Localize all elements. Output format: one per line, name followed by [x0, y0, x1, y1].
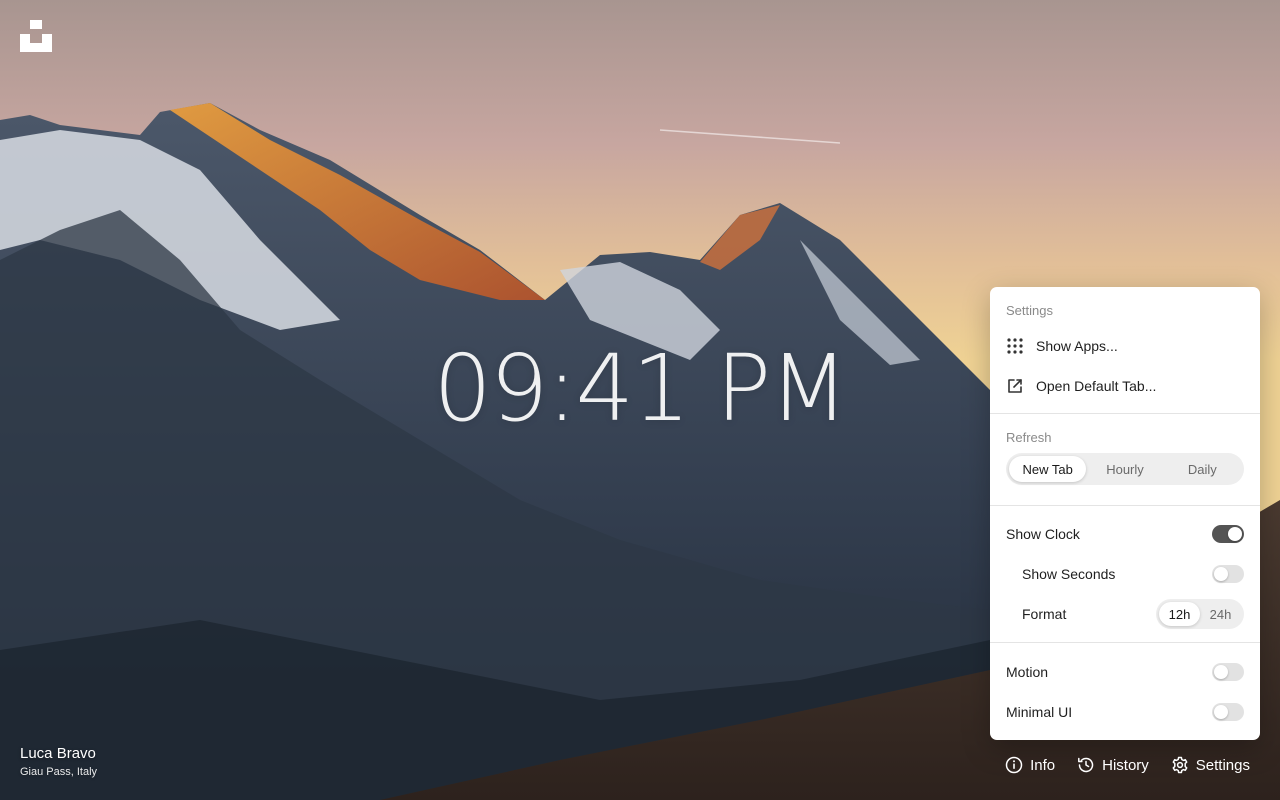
show-seconds-label: Show Seconds [1022, 566, 1116, 582]
toggle-knob [1214, 567, 1228, 581]
open-default-tab-item[interactable]: Open Default Tab... [1006, 366, 1244, 406]
minimal-ui-toggle[interactable] [1212, 703, 1244, 721]
photographer-name[interactable]: Luca Bravo [20, 745, 97, 762]
show-seconds-toggle[interactable] [1212, 565, 1244, 583]
show-clock-toggle[interactable] [1212, 525, 1244, 543]
refresh-option-daily[interactable]: Daily [1164, 456, 1241, 482]
external-link-icon [1008, 379, 1022, 393]
settings-button[interactable]: Settings [1171, 756, 1250, 774]
settings-menu-section: Settings Show Apps... Open Default Tab..… [990, 287, 1260, 414]
toggle-knob [1228, 527, 1242, 541]
motion-toggle[interactable] [1212, 663, 1244, 681]
format-option-24h[interactable]: 24h [1200, 602, 1241, 626]
photo-credit: Luca Bravo Giau Pass, Italy [20, 745, 97, 778]
show-seconds-row: Show Seconds [1006, 554, 1244, 594]
gear-icon [1172, 756, 1188, 774]
history-icon [1078, 757, 1094, 773]
info-label: Info [1030, 756, 1056, 774]
settings-title: Settings [1006, 303, 1053, 318]
show-apps-item[interactable]: Show Apps... [1006, 326, 1244, 366]
open-default-tab-label: Open Default Tab... [1036, 378, 1157, 394]
minimal-ui-row: Minimal UI [1006, 692, 1244, 732]
format-option-12h[interactable]: 12h [1159, 602, 1200, 626]
format-segmented-control: 12h 24h [1156, 599, 1244, 629]
format-row: Format 12h 24h [1006, 594, 1244, 634]
refresh-title: Refresh [1006, 430, 1052, 445]
unsplash-logo-icon[interactable] [20, 20, 52, 52]
minimal-ui-label: Minimal UI [1006, 704, 1073, 720]
display-section: Motion Minimal UI [990, 643, 1260, 741]
settings-label: Settings [1195, 756, 1250, 774]
show-clock-label: Show Clock [1006, 526, 1080, 542]
motion-label: Motion [1006, 664, 1049, 680]
toggle-knob [1214, 705, 1228, 719]
footer-nav: Info History Settings [1005, 756, 1250, 774]
refresh-option-hourly[interactable]: Hourly [1086, 456, 1163, 482]
clock-section: Show Clock Show Seconds Format 12h 24h [990, 506, 1260, 643]
show-apps-label: Show Apps... [1036, 338, 1118, 354]
settings-panel: Settings Show Apps... Open Default Tab..… [990, 287, 1260, 740]
show-clock-row: Show Clock [1006, 514, 1244, 554]
toggle-knob [1214, 665, 1228, 679]
info-icon [1005, 756, 1023, 774]
history-label: History [1102, 756, 1149, 774]
info-button[interactable]: Info [1005, 756, 1055, 774]
grid-icon [1007, 338, 1023, 354]
photo-location[interactable]: Giau Pass, Italy [20, 766, 97, 778]
refresh-option-new-tab[interactable]: New Tab [1009, 456, 1087, 482]
history-button[interactable]: History [1077, 756, 1149, 774]
format-label: Format [1022, 606, 1067, 622]
motion-row: Motion [1006, 652, 1244, 692]
refresh-section: Refresh New Tab Hourly Daily [990, 414, 1260, 506]
refresh-segmented-control: New Tab Hourly Daily [1006, 453, 1244, 485]
